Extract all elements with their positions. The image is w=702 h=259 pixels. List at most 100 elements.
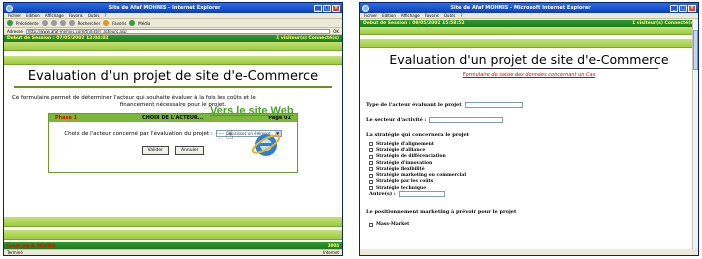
- menu-help[interactable]: ?: [460, 13, 462, 18]
- search-button[interactable]: Rechercher: [78, 21, 101, 26]
- minimize-button[interactable]: _: [314, 4, 322, 12]
- green-band-second: [4, 56, 342, 65]
- session-header: Debut de Session : 09/05/2002 15:58:52 1…: [360, 20, 698, 27]
- pointer-cursor-icon: ☝: [226, 128, 234, 142]
- strategy-label: Stratégie technique: [376, 185, 427, 191]
- menu-help[interactable]: ?: [104, 13, 106, 18]
- address-bar: Adresse http://www.afaf-mehnis.com/tri/l…: [4, 28, 342, 35]
- actor-question: Choix de l'acteur concerné par l'évaluat…: [64, 130, 213, 137]
- sector-field-row: Le secteur d'activité :: [366, 117, 698, 123]
- menu-edit[interactable]: Edition: [26, 13, 40, 18]
- window-title: Site de Afaf MOHNIS - Internet Explorer: [108, 5, 221, 11]
- status-text: Terminé: [7, 250, 23, 255]
- session-header: Debut de Session : 07/05/2002 12:04:02 1…: [4, 35, 342, 42]
- close-button[interactable]: ×: [688, 4, 696, 12]
- zone-text: Internet: [323, 250, 339, 255]
- toolbar: Précédente Rechercher Favoris Média: [4, 19, 342, 28]
- page-title: Evaluation d'un projet de site d'e-Comme…: [14, 65, 332, 88]
- menu-file[interactable]: Fichier: [364, 13, 377, 18]
- address-input[interactable]: http://www.afaf-mehnis.com/tri/lister_ac…: [25, 28, 331, 34]
- visitor-count: 1 visiteur(s) Connecté(s): [632, 21, 695, 26]
- scrollbar-thumb[interactable]: [693, 30, 698, 70]
- checkbox[interactable]: [369, 148, 373, 153]
- page-content: Debut de Session : 09/05/2002 15:58:52 1…: [360, 20, 698, 249]
- checkbox[interactable]: [369, 179, 373, 184]
- browser-window-left: Site de Afaf MOHNIS - Internet Explorer …: [3, 2, 343, 256]
- footer-year: 2004: [327, 243, 339, 248]
- footer-author: Conçu par A. MOHNIS: [7, 243, 56, 248]
- address-label: Adresse: [7, 28, 23, 34]
- minimize-button[interactable]: _: [670, 4, 678, 12]
- back-button[interactable]: Précédente: [16, 21, 39, 26]
- green-band-top: [4, 42, 342, 51]
- menu-file[interactable]: Fichier: [8, 13, 21, 18]
- green-band-footer: [4, 230, 342, 240]
- green-band-top: [360, 27, 692, 35]
- ie-icon: [6, 4, 13, 12]
- media-button[interactable]: Média: [138, 21, 150, 26]
- other-label: Autre(s) :: [369, 191, 396, 198]
- media-icon[interactable]: [129, 20, 136, 26]
- close-button[interactable]: ×: [332, 4, 340, 12]
- actor-field-row: Type de l'acteur évaluant le projet: [366, 102, 698, 108]
- title-underline: [400, 68, 658, 69]
- favorites-button[interactable]: Favoris: [112, 21, 126, 26]
- stop-icon[interactable]: [50, 20, 57, 26]
- green-band-second: [360, 39, 692, 48]
- sector-input[interactable]: [429, 117, 504, 123]
- strategy-label: Stratégie flexibilité: [376, 166, 425, 172]
- page-footer: Conçu par A. MOHNIS 2004: [4, 242, 342, 249]
- mass-market-option[interactable]: Mass-Market: [369, 221, 698, 227]
- menu-favorites[interactable]: Favoris: [69, 13, 83, 18]
- mass-market-label: Mass-Market: [376, 222, 410, 228]
- menu-bar: Fichier Edition Affichage Favoris Outils…: [360, 13, 698, 19]
- ie-icon: [362, 4, 369, 12]
- title-bar: Site de Afaf MOHNIS - Microsoft Internet…: [360, 3, 698, 13]
- validate-button[interactable]: Valider: [141, 146, 169, 156]
- menu-favorites[interactable]: Favoris: [425, 13, 439, 18]
- page-title: Evaluation d'un projet de site d'e-Comme…: [389, 52, 669, 67]
- forward-icon[interactable]: [41, 20, 48, 26]
- page-subtitle: Formulaire de saisie des données concern…: [462, 72, 596, 78]
- strategy-label: Stratégie d'innovation: [376, 160, 433, 166]
- strategy-label: Stratégie par les coûts: [376, 179, 434, 185]
- other-input[interactable]: [398, 191, 445, 198]
- go-button[interactable]: OK: [333, 29, 339, 34]
- checkbox[interactable]: [369, 154, 373, 159]
- menu-edit[interactable]: Edition: [382, 13, 396, 18]
- checkbox[interactable]: [369, 186, 373, 191]
- home-icon[interactable]: [68, 20, 75, 26]
- favorites-icon[interactable]: [103, 20, 110, 26]
- actor-input[interactable]: [464, 102, 523, 108]
- checkbox[interactable]: [369, 167, 373, 172]
- maximize-button[interactable]: □: [323, 4, 331, 12]
- vertical-scrollbar[interactable]: [692, 20, 698, 249]
- menu-view[interactable]: Affichage: [45, 13, 64, 18]
- checkbox[interactable]: [369, 142, 373, 147]
- menu-view[interactable]: Affichage: [401, 13, 420, 18]
- cancel-button[interactable]: Annuler: [174, 146, 205, 156]
- checkbox[interactable]: [369, 222, 373, 227]
- checkbox[interactable]: [369, 161, 373, 166]
- green-band-bottom: [4, 217, 342, 227]
- maximize-button[interactable]: □: [679, 4, 687, 12]
- strategy-heading: La stratégie qui concernera le projet: [366, 132, 469, 138]
- page-content: Debut de Session : 07/05/2002 12:04:02 1…: [4, 35, 342, 249]
- menu-tools[interactable]: Outils: [88, 13, 100, 18]
- box-title: CHOIX DE L'ACTEUR...: [141, 115, 204, 122]
- strategy-label: Stratégie marketing ou commercial: [376, 173, 467, 179]
- phase-label: Phase 1: [55, 115, 78, 122]
- actor-field-label: Type de l'acteur évaluant le projet: [366, 102, 462, 108]
- website-link[interactable]: Vers le site Web: [210, 105, 294, 117]
- checkbox[interactable]: [369, 173, 373, 178]
- strategy-label: Stratégie d'alliance: [376, 147, 426, 153]
- strategy-list: Stratégie d'alignement Stratégie d'allia…: [360, 141, 698, 191]
- session-start: Debut de Session : 07/05/2002 12:04:02: [7, 36, 109, 41]
- internet-explorer-icon[interactable]: [250, 128, 282, 160]
- other-row: Autre(s) :: [369, 191, 698, 198]
- title-bar: Site de Afaf MOHNIS - Internet Explorer …: [4, 3, 342, 13]
- back-icon[interactable]: [7, 20, 13, 26]
- visitor-count: 1 visiteur(s) Connecté(s): [276, 36, 339, 41]
- menu-tools[interactable]: Outils: [444, 13, 456, 18]
- refresh-icon[interactable]: [59, 20, 66, 26]
